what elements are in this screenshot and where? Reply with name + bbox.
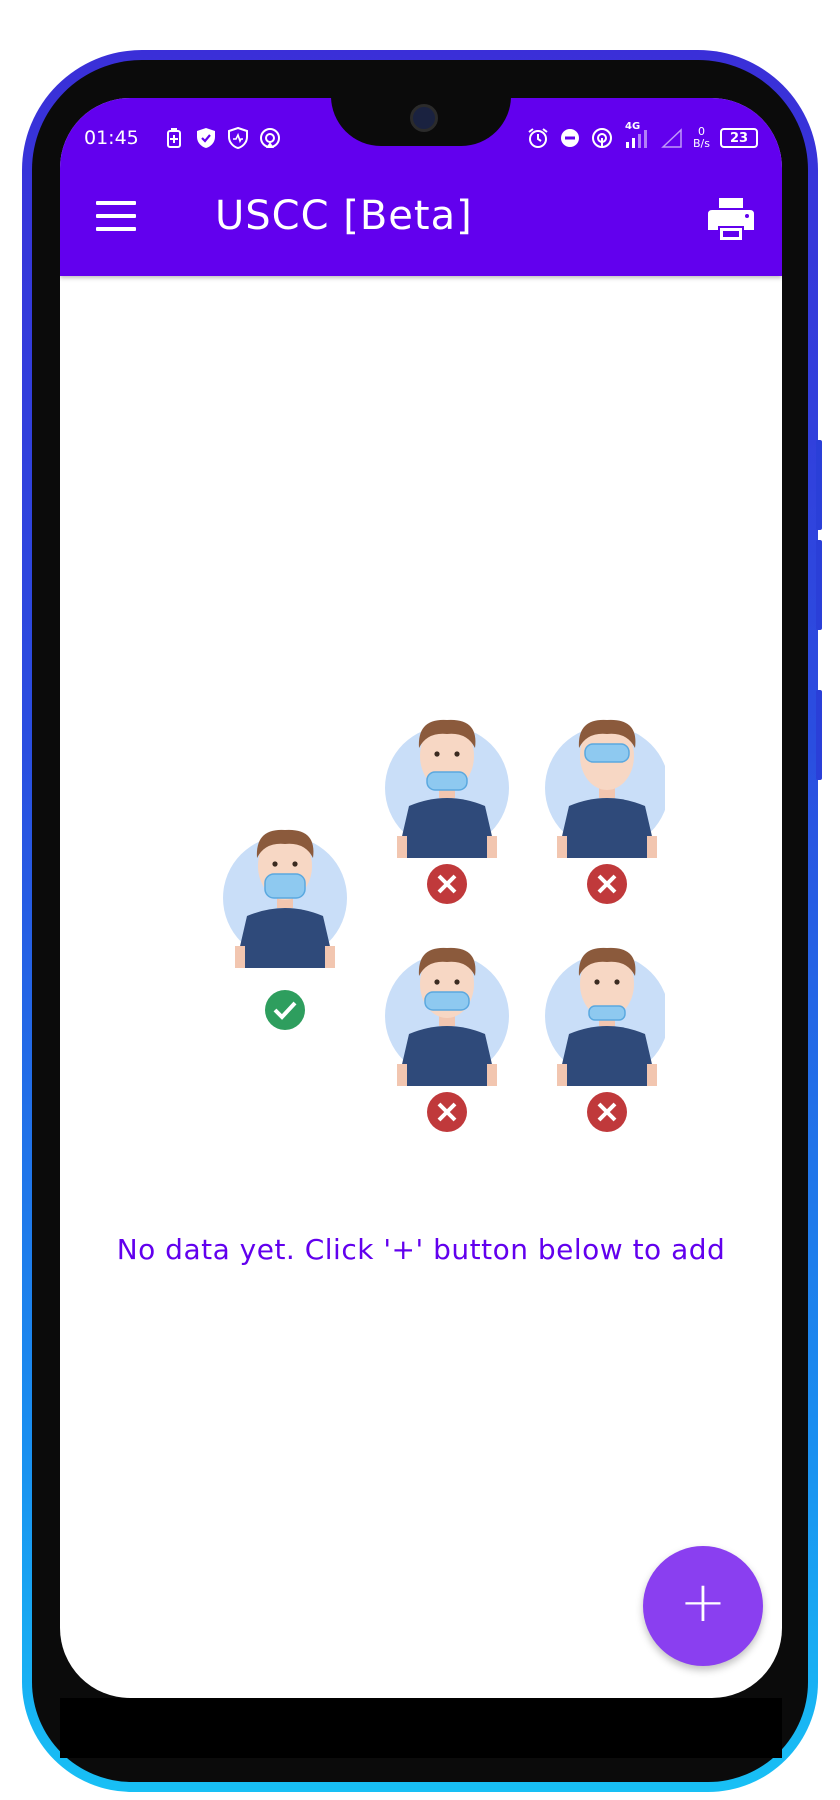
person-mask-on-eyes [545,719,665,904]
signal-4g-icon: 4G [623,121,651,149]
app-screen: 01:45 4G 0 B/s 23 USCC [Beta] No data ye… [60,98,782,1698]
hotspot-icon [259,127,281,149]
status-right-icons: 4G 0 B/s 23 [527,121,758,150]
navigation-bar [60,1698,782,1758]
network-speed: 0 B/s [693,126,710,150]
status-time: 01:45 [84,127,139,149]
status-left-icons [163,127,281,149]
phone-side-button [816,540,822,630]
empty-state-message: No data yet. Click '+' button below to a… [116,1233,726,1266]
person-correct-mask [223,829,347,1030]
app-bar: 01:45 4G 0 B/s 23 USCC [Beta] [60,98,782,276]
shield-check-icon [195,127,217,149]
battery-icon: 23 [720,128,758,148]
phone-side-button [816,440,822,530]
menu-button[interactable] [96,201,136,231]
signal-empty-icon [661,127,683,149]
person-mask-loose [385,947,509,1132]
network-speed-unit: B/s [693,137,710,150]
print-button[interactable] [708,198,754,240]
mask-wearing-illustration [223,719,665,1132]
network-type: 4G [625,121,641,132]
shield-activity-icon [227,127,249,149]
phone-side-button [816,690,822,780]
hamburger-menu-icon [96,201,136,205]
alarm-icon [527,127,549,149]
person-mask-on-chin [545,947,665,1132]
page-title: USCC [Beta] [215,193,473,239]
add-button[interactable]: + [643,1546,763,1666]
status-bar: 01:45 4G 0 B/s 23 [84,120,758,156]
wireless-icon [591,127,613,149]
printer-icon [708,198,754,240]
do-not-disturb-icon [559,127,581,149]
person-mask-below-nose [385,719,509,904]
battery-level: 23 [729,130,749,146]
battery-saver-icon [163,127,185,149]
plus-icon: + [679,1570,727,1635]
